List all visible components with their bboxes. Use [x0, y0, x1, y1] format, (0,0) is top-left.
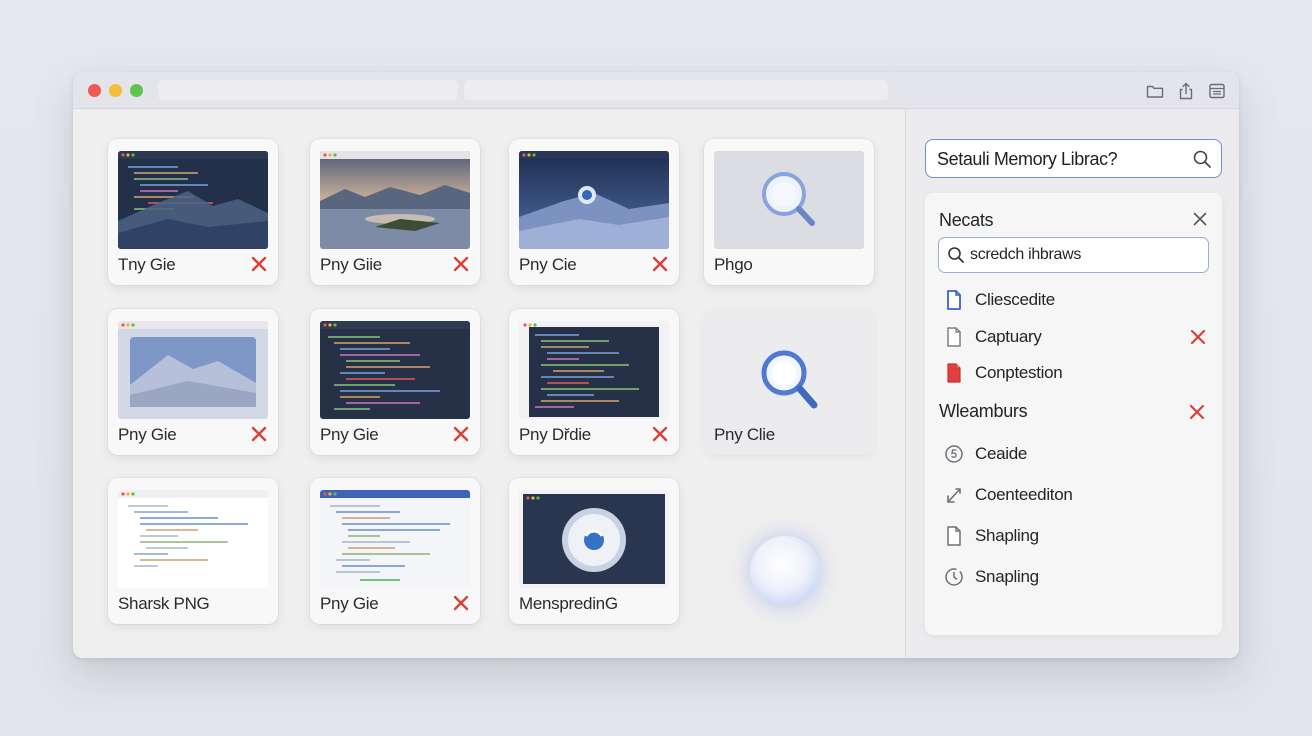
panel-search-input[interactable]: scredch ihbraws	[938, 237, 1209, 273]
image-thumbnail	[714, 151, 864, 249]
document-icon	[944, 326, 964, 348]
image-thumbnail	[320, 321, 470, 419]
list-item[interactable]: Snapling	[939, 564, 1209, 590]
image-card[interactable]: Tny Gie	[108, 139, 278, 285]
image-card[interactable]: Pny Cie	[509, 139, 679, 285]
share-icon[interactable]	[1176, 81, 1196, 101]
expand-arrow-icon	[944, 484, 964, 506]
list-item-label: Conptestion	[975, 363, 1063, 382]
image-card[interactable]: Pny Clie	[704, 309, 874, 455]
list-item[interactable]: Captuary	[939, 324, 1209, 350]
image-thumbnail	[519, 321, 669, 419]
panel-search-value: scredch ihbraws	[970, 246, 1082, 263]
sidebar: Setauli Memory Librac? Necats scredch ih…	[905, 109, 1239, 658]
image-card-label: Pny Cie	[519, 255, 577, 274]
clock-badge-icon	[944, 566, 964, 588]
image-card-label: MenspredinG	[519, 594, 618, 613]
image-thumbnail	[118, 321, 268, 419]
document-blue-icon	[944, 289, 964, 311]
section-title: Wleamburs	[939, 401, 1028, 421]
list-item-label: Captuary	[975, 327, 1042, 346]
list-item-label: Snapling	[975, 567, 1039, 586]
remove-icon[interactable]	[452, 594, 470, 612]
close-icon[interactable]	[1192, 211, 1208, 227]
image-thumbnail	[519, 490, 669, 588]
image-card-label: Pny Giie	[320, 255, 382, 274]
address-bar[interactable]	[464, 80, 888, 100]
search-icon	[947, 246, 965, 264]
zoom-window-button[interactable]	[130, 84, 143, 97]
list-item-label: Coenteediton	[975, 485, 1073, 504]
app-window: Tny Gie Pny Giie Pny Cie Phgo Pny Gie Pn…	[73, 72, 1239, 658]
image-card-label: Tny Gie	[118, 255, 176, 274]
circle-badge-icon	[944, 443, 964, 465]
image-card-label: Pny Gie	[320, 594, 379, 613]
toolbar-placeholder-left	[158, 80, 458, 100]
list-item[interactable]: Shapling	[939, 523, 1209, 549]
image-card-label: Pny Gie	[320, 425, 379, 444]
remove-icon[interactable]	[250, 425, 268, 443]
image-card[interactable]: Pny Dřdie	[509, 309, 679, 455]
image-card-label: Pny Gie	[118, 425, 177, 444]
list-item[interactable]: Coenteediton	[939, 482, 1209, 508]
image-card[interactable]: MenspredinG	[509, 478, 679, 624]
library-search-input[interactable]: Setauli Memory Librac?	[925, 139, 1222, 178]
image-card-label: Pny Clie	[714, 425, 775, 444]
remove-icon[interactable]	[651, 255, 669, 273]
remove-icon[interactable]	[452, 425, 470, 443]
image-thumbnail	[519, 151, 669, 249]
image-card[interactable]: Pny Giie	[310, 139, 480, 285]
image-thumbnail	[320, 490, 470, 588]
remove-icon[interactable]	[250, 255, 268, 273]
minimize-window-button[interactable]	[109, 84, 122, 97]
image-card[interactable]: Pny Gie	[310, 478, 480, 624]
list-item[interactable]: Cliescedite	[939, 287, 1209, 313]
document-icon	[944, 525, 964, 547]
document-red-icon	[944, 362, 964, 384]
filter-panel: Necats scredch ihbraws Cliescedite Captu…	[925, 193, 1222, 635]
close-window-button[interactable]	[88, 84, 101, 97]
panel-title: Necats	[939, 210, 994, 230]
image-card-label: Phgo	[714, 255, 753, 274]
remove-icon[interactable]	[1188, 403, 1206, 421]
image-card[interactable]: Pny Gie	[310, 309, 480, 455]
image-thumbnail	[714, 321, 864, 419]
library-search-value: Setauli Memory Librac?	[937, 149, 1118, 169]
loading-orb-icon	[750, 536, 820, 606]
image-thumbnail	[118, 151, 268, 249]
image-card-label: Sharsk PNG	[118, 594, 210, 613]
image-card[interactable]: Phgo	[704, 139, 874, 285]
remove-icon[interactable]	[1189, 328, 1207, 346]
folder-icon[interactable]	[1145, 81, 1165, 101]
title-bar	[73, 72, 1239, 109]
image-grid: Tny Gie Pny Giie Pny Cie Phgo Pny Gie Pn…	[73, 109, 905, 658]
image-card[interactable]: Sharsk PNG	[108, 478, 278, 624]
image-thumbnail	[118, 490, 268, 588]
remove-icon[interactable]	[452, 255, 470, 273]
list-item[interactable]: Conptestion	[939, 360, 1209, 386]
image-card-label: Pny Dřdie	[519, 425, 591, 444]
list-item-label: Cliescedite	[975, 290, 1055, 309]
list-item[interactable]: Ceaide	[939, 441, 1209, 467]
archive-icon[interactable]	[1207, 81, 1227, 101]
image-card[interactable]: Pny Gie	[108, 309, 278, 455]
list-item-label: Shapling	[975, 526, 1039, 545]
list-item-label: Ceaide	[975, 444, 1028, 463]
search-icon[interactable]	[1192, 149, 1212, 169]
remove-icon[interactable]	[651, 425, 669, 443]
image-thumbnail	[320, 151, 470, 249]
